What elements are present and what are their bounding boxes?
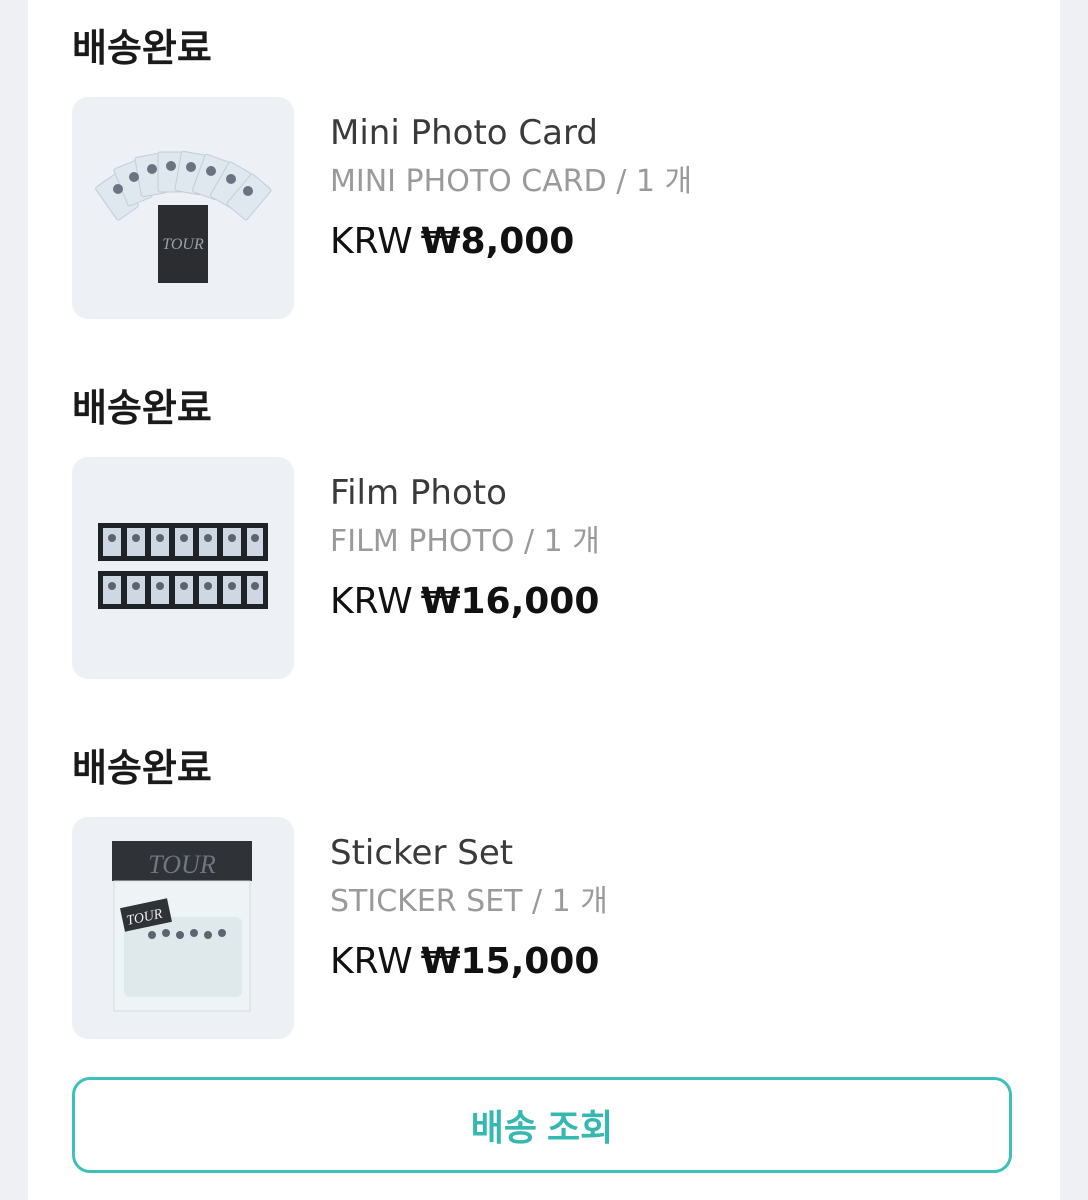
- product-thumbnail[interactable]: TOUR TOUR: [72, 817, 294, 1039]
- sticker-set-image: TOUR TOUR: [112, 841, 252, 1012]
- photo-card-fan-image: TOUR: [95, 150, 272, 283]
- price-currency: KRW: [330, 941, 413, 982]
- product-thumbnail[interactable]: [72, 457, 294, 679]
- product-price: KRW ₩15,000: [330, 940, 599, 984]
- track-delivery-button[interactable]: 배송 조회: [72, 1077, 1012, 1173]
- product-price: KRW ₩16,000: [330, 580, 599, 624]
- price-currency: KRW: [330, 221, 413, 262]
- product-price: KRW ₩8,000: [330, 220, 574, 264]
- product-option: STICKER SET / 1 개: [330, 884, 608, 919]
- price-amount: ₩15,000: [420, 941, 600, 982]
- product-name[interactable]: Sticker Set: [330, 833, 513, 873]
- product-thumbnail[interactable]: TOUR: [72, 97, 294, 319]
- delivery-status: 배송완료: [72, 386, 212, 430]
- price-amount: ₩16,000: [420, 581, 600, 622]
- product-option: MINI PHOTO CARD / 1 개: [330, 164, 693, 199]
- product-name[interactable]: Film Photo: [330, 473, 507, 513]
- svg-text:TOUR: TOUR: [148, 850, 216, 879]
- order-items-panel: 배송완료 TOUR Mini Photo Card MINI PHOTO CAR…: [28, 0, 1060, 1200]
- product-name[interactable]: Mini Photo Card: [330, 113, 598, 153]
- svg-text:TOUR: TOUR: [162, 236, 204, 253]
- price-currency: KRW: [330, 581, 413, 622]
- price-amount: ₩8,000: [420, 221, 575, 262]
- delivery-status: 배송완료: [72, 746, 212, 790]
- film-strip-image: [98, 523, 268, 609]
- product-option: FILM PHOTO / 1 개: [330, 524, 600, 559]
- delivery-status: 배송완료: [72, 26, 212, 70]
